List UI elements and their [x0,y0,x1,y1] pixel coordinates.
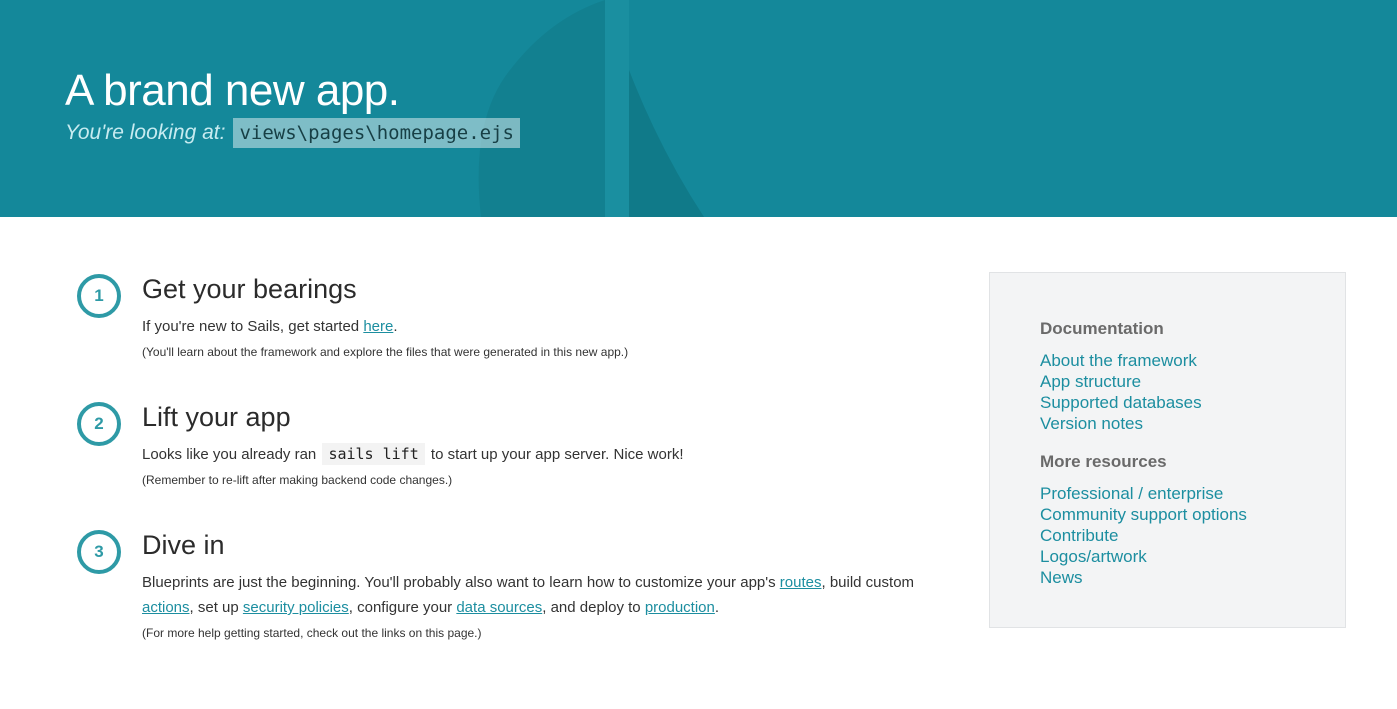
here-link[interactable]: here [363,318,393,335]
link-about-framework[interactable]: About the framework [1040,350,1345,371]
step-number-3: 3 [77,530,121,574]
link-version-notes[interactable]: Version notes [1040,413,1345,434]
file-path-code: views\pages\homepage.ejs [233,118,520,148]
step-text: Looks like you already ran sails lift to… [142,443,684,465]
link-professional-enterprise[interactable]: Professional / enterprise [1040,483,1345,504]
step-title: Get your bearings [142,274,357,304]
step-body: Lift your app Looks like you already ran… [142,400,932,489]
resources-sidebar: Documentation About the framework App st… [989,272,1346,628]
step-body: Dive in Blueprints are just the beginnin… [142,528,932,642]
documentation-heading: Documentation [1040,319,1164,338]
actions-link[interactable]: actions [142,599,190,616]
step-number-2: 2 [77,402,121,446]
page-title: A brand new app. [65,66,400,115]
step-number-1: 1 [77,274,121,318]
step-note: (You'll learn about the framework and ex… [142,345,629,359]
resources-heading: More resources [1040,452,1167,471]
data-sources-link[interactable]: data sources [456,599,542,616]
step-text: Blueprints are just the beginning. You'l… [142,574,915,616]
documentation-links: About the framework App structure Suppor… [1040,350,1345,434]
link-contribute[interactable]: Contribute [1040,525,1345,546]
link-community-support[interactable]: Community support options [1040,504,1345,525]
hero-banner: A brand new app. You're looking at: view… [0,0,1397,217]
step-note: (Remember to re-lift after making backen… [142,473,453,487]
production-link[interactable]: production [645,599,715,616]
step-title: Dive in [142,530,225,560]
link-logos-artwork[interactable]: Logos/artwork [1040,546,1345,567]
sails-lift-code: sails lift [322,443,425,465]
step-note: (For more help getting started, check ou… [142,626,482,640]
hero-subtitle: You're looking at: views\pages\homepage.… [65,118,520,148]
step-body: Get your bearings If you're new to Sails… [142,272,932,361]
link-supported-databases[interactable]: Supported databases [1040,392,1345,413]
subtitle-label: You're looking at: [65,121,226,144]
security-policies-link[interactable]: security policies [243,599,349,616]
routes-link[interactable]: routes [780,574,822,591]
step-text: If you're new to Sails, get started here… [142,318,398,335]
resources-links: Professional / enterprise Community supp… [1040,483,1345,588]
link-news[interactable]: News [1040,567,1345,588]
step-title: Lift your app [142,402,291,432]
link-app-structure[interactable]: App structure [1040,371,1345,392]
